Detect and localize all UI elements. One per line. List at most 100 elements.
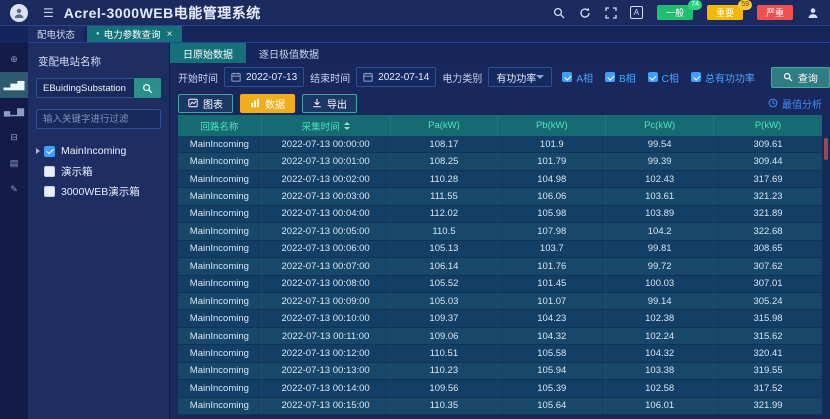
table-cell: 110.23	[391, 363, 499, 379]
chart-view-button[interactable]: 图表	[178, 94, 233, 113]
substation-search-button[interactable]	[134, 78, 161, 98]
sidebar-item-globe[interactable]: ⊕	[0, 46, 28, 72]
table-cell: MainIncoming	[178, 188, 262, 204]
substation-search-input[interactable]	[36, 78, 134, 98]
table-cell: 102.38	[606, 310, 714, 326]
table-row[interactable]: MainIncoming2022-07-13 00:01:00108.25101…	[178, 153, 822, 170]
close-tab-icon[interactable]: ×	[167, 29, 173, 40]
tab-distribution-status[interactable]: 配电状态	[28, 26, 84, 42]
table-cell: 104.23	[498, 310, 606, 326]
table-row[interactable]: MainIncoming2022-07-13 00:00:00108.17101…	[178, 136, 822, 153]
end-date-input[interactable]: 2022-07-14	[356, 67, 436, 87]
table-cell: 106.14	[391, 258, 499, 274]
extremes-analysis-link[interactable]: 最值分析	[768, 96, 822, 111]
avatar[interactable]	[10, 4, 28, 22]
table-row[interactable]: MainIncoming2022-07-13 00:04:00112.02105…	[178, 206, 822, 223]
column-header[interactable]: Pb(kW)	[498, 115, 606, 136]
table-cell: 110.28	[391, 171, 499, 187]
column-header[interactable]: Pa(kW)	[391, 115, 499, 136]
caret-right-icon[interactable]	[36, 148, 40, 154]
phase-checkbox[interactable]: A相	[562, 70, 593, 85]
power-category-select[interactable]: 有功功率	[488, 67, 552, 87]
table-row[interactable]: MainIncoming2022-07-13 00:02:00110.28104…	[178, 171, 822, 188]
data-table: 回路名称采集时间Pa(kW)Pb(kW)Pc(kW)P(kW) MainInco…	[178, 115, 822, 415]
table-cell: MainIncoming	[178, 345, 262, 361]
download-icon	[312, 98, 322, 108]
tab-daily-extremes-data[interactable]: 逐日极值数据	[246, 43, 332, 63]
table-row[interactable]: MainIncoming2022-07-13 00:14:00109.56105…	[178, 380, 822, 397]
table-row[interactable]: MainIncoming2022-07-13 00:10:00109.37104…	[178, 310, 822, 327]
checkbox-icon[interactable]	[691, 72, 701, 82]
column-header[interactable]: P(kW)	[714, 115, 822, 136]
table-row[interactable]: MainIncoming2022-07-13 00:05:00110.5107.…	[178, 223, 822, 240]
tree-node[interactable]: 3000WEB演示箱	[36, 181, 161, 201]
fullscreen-icon[interactable]	[604, 6, 618, 20]
translate-icon[interactable]: A	[630, 6, 643, 19]
table-cell: 2022-07-13 00:10:00	[262, 310, 391, 326]
table-row[interactable]: MainIncoming2022-07-13 00:09:00105.03101…	[178, 293, 822, 310]
table-cell: MainIncoming	[178, 258, 262, 274]
tree-filter-input[interactable]	[36, 109, 161, 129]
start-date-input[interactable]: 2022-07-13	[224, 67, 304, 87]
table-cell: 315.98	[714, 310, 822, 326]
tree-node-checkbox[interactable]	[44, 186, 55, 197]
search-icon[interactable]	[552, 6, 566, 20]
table-scrollbar[interactable]	[824, 136, 828, 415]
sidebar-item-edit[interactable]: ✎	[0, 176, 28, 202]
checkbox-icon[interactable]	[605, 72, 615, 82]
refresh-icon[interactable]	[578, 6, 592, 20]
sidebar-item-device[interactable]: ⊟	[0, 124, 28, 150]
data-bars-icon	[250, 98, 260, 108]
alarm-critical-button[interactable]: 严重	[757, 5, 793, 20]
column-header[interactable]: 回路名称	[178, 115, 262, 136]
tree-node-checkbox[interactable]	[44, 146, 55, 157]
tab-power-parameter-query[interactable]: ● 电力参数查询 ×	[87, 26, 181, 42]
sidebar-item-bar-chart[interactable]: ▂▅▇	[0, 72, 28, 98]
tree-node-label: 演示箱	[61, 164, 93, 179]
table-cell: 317.69	[714, 171, 822, 187]
table-row[interactable]: MainIncoming2022-07-13 00:08:00105.52101…	[178, 276, 822, 293]
tab-daily-raw-data[interactable]: 日原始数据	[170, 43, 246, 63]
table-cell: 107.98	[498, 223, 606, 239]
phase-checkbox[interactable]: C相	[648, 70, 679, 85]
phase-checkbox-group: A相 B相 C相 总有功功率	[558, 70, 755, 85]
table-cell: 104.98	[498, 171, 606, 187]
table-cell: MainIncoming	[178, 293, 262, 309]
table-cell: MainIncoming	[178, 328, 262, 344]
export-button[interactable]: 导出	[302, 94, 357, 113]
table-row[interactable]: MainIncoming2022-07-13 00:15:00110.35105…	[178, 398, 822, 415]
table-row[interactable]: MainIncoming2022-07-13 00:07:00106.14101…	[178, 258, 822, 275]
tree-node[interactable]: MainIncoming	[36, 141, 161, 161]
sidebar-item-document[interactable]: ▤	[0, 150, 28, 176]
tree-node-checkbox[interactable]	[44, 166, 55, 177]
menu-icon[interactable]: ☰	[43, 7, 54, 19]
alarm-general-button[interactable]: 一般 74	[657, 5, 693, 20]
sidebar-item-trend-chart[interactable]: ▄▁▆	[0, 98, 28, 124]
table-cell: MainIncoming	[178, 136, 262, 152]
sort-icon[interactable]	[344, 122, 350, 130]
trend-chart-icon: ▄▁▆	[4, 107, 24, 116]
column-header[interactable]: Pc(kW)	[606, 115, 714, 136]
phase-checkbox-label: 总有功功率	[705, 70, 755, 85]
alarm-important-button[interactable]: 重要 59	[707, 5, 743, 20]
phase-checkbox[interactable]: B相	[605, 70, 636, 85]
scrollbar-thumb[interactable]	[824, 138, 828, 160]
table-row[interactable]: MainIncoming2022-07-13 00:13:00110.23105…	[178, 363, 822, 380]
query-button[interactable]: 查询	[771, 67, 830, 88]
user-icon[interactable]	[806, 6, 820, 20]
checkbox-icon[interactable]	[562, 72, 572, 82]
clock-icon	[768, 98, 778, 108]
table-cell: 2022-07-13 00:06:00	[262, 241, 391, 257]
tree-node[interactable]: 演示箱	[36, 161, 161, 181]
table-row[interactable]: MainIncoming2022-07-13 00:12:00110.51105…	[178, 345, 822, 362]
table-row[interactable]: MainIncoming2022-07-13 00:06:00105.13103…	[178, 241, 822, 258]
calendar-icon	[363, 72, 373, 82]
checkbox-icon[interactable]	[648, 72, 658, 82]
phase-checkbox-label: B相	[619, 70, 636, 85]
data-view-button[interactable]: 数据	[240, 94, 295, 113]
column-header[interactable]: 采集时间	[262, 115, 391, 136]
table-row[interactable]: MainIncoming2022-07-13 00:03:00111.55106…	[178, 188, 822, 205]
table-row[interactable]: MainIncoming2022-07-13 00:11:00109.06104…	[178, 328, 822, 345]
substation-search-row	[36, 78, 161, 98]
phase-checkbox[interactable]: 总有功功率	[691, 70, 755, 85]
